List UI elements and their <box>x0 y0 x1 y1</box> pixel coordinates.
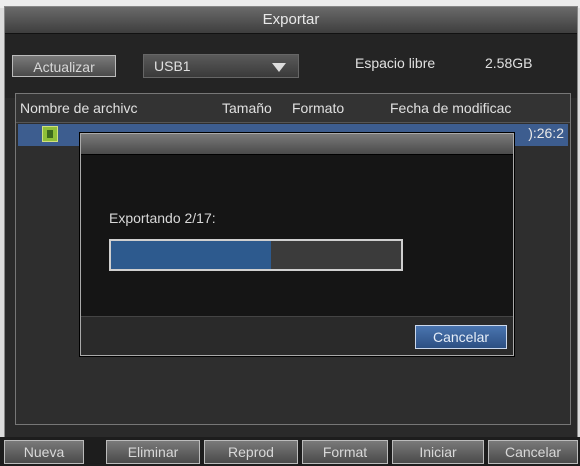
dialog-footer: Cancelar <box>81 316 513 355</box>
toolbar: Actualizar USB1 Espacio libre 2.58GB <box>5 34 577 98</box>
delete-button[interactable]: Eliminar <box>106 440 200 464</box>
device-select-value: USB1 <box>154 58 191 74</box>
progress-fill <box>111 241 271 269</box>
chevron-down-icon[interactable] <box>272 63 286 72</box>
export-status-text: Exportando 2/17: <box>109 210 216 226</box>
play-button[interactable]: Reprod <box>204 440 298 464</box>
refresh-button[interactable]: Actualizar <box>12 55 116 77</box>
window-title: Exportar <box>5 7 577 34</box>
column-header-modified[interactable]: Fecha de modificac <box>390 100 568 116</box>
cancel-button[interactable]: Cancelar <box>488 440 578 464</box>
free-space-label: Espacio libre <box>355 55 436 71</box>
dialog-titlebar <box>81 134 513 155</box>
start-button[interactable]: Iniciar <box>392 440 484 464</box>
dialog-cancel-button[interactable]: Cancelar <box>415 325 507 349</box>
row-modified-time: ):26:2 <box>528 125 564 141</box>
format-button[interactable]: Format <box>302 440 388 464</box>
new-button[interactable]: Nueva <box>4 440 84 464</box>
free-space-value: 2.58GB <box>485 55 533 71</box>
bottom-button-bar: Nueva Eliminar Reprod Format Iniciar Can… <box>0 437 580 466</box>
table-header: Nombre de archivc Tamaño Formato Fecha d… <box>16 94 570 123</box>
export-progress-bar <box>109 239 403 271</box>
column-header-size[interactable]: Tamaño <box>222 100 284 116</box>
file-icon <box>42 126 58 142</box>
column-header-format[interactable]: Formato <box>292 100 368 116</box>
device-select[interactable]: USB1 <box>143 54 299 78</box>
column-header-name[interactable]: Nombre de archivc <box>20 100 190 116</box>
export-progress-dialog: Exportando 2/17: Cancelar <box>80 133 514 356</box>
